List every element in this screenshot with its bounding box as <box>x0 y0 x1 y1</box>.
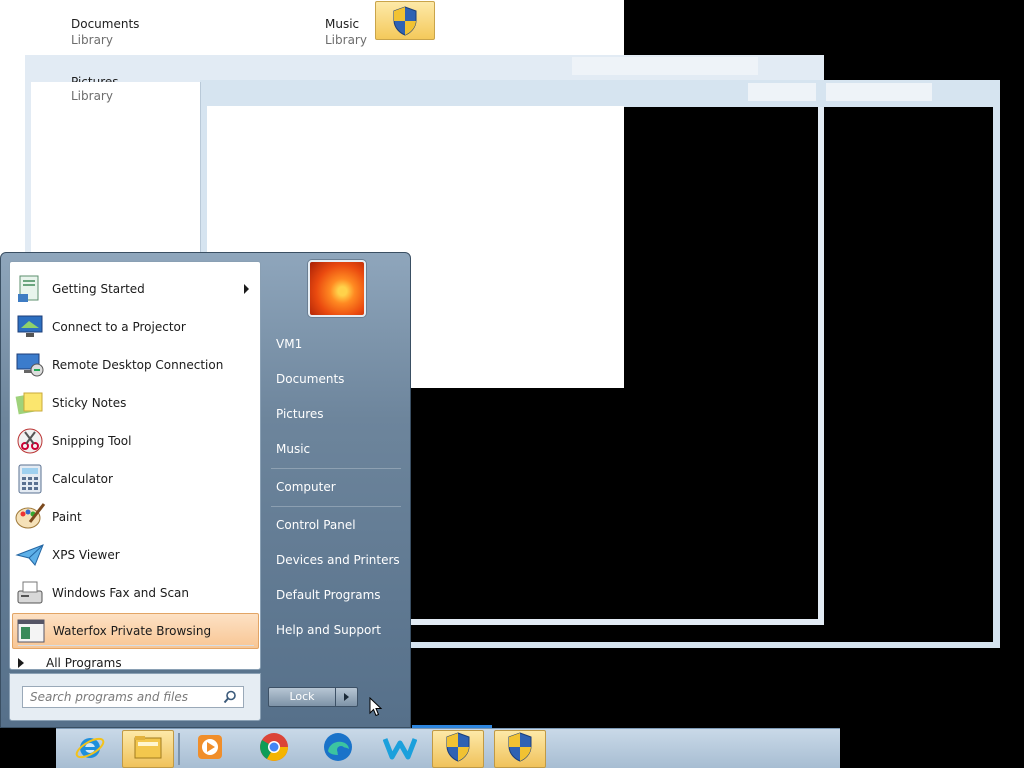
calculator-icon <box>13 462 47 496</box>
start-computer[interactable]: Computer <box>276 480 336 494</box>
taskbar-edge-button[interactable] <box>312 730 364 768</box>
library-music[interactable]: Music Library <box>325 16 367 48</box>
taskbar <box>56 728 840 768</box>
start-pictures[interactable]: Pictures <box>276 407 324 421</box>
media-player-icon <box>195 732 225 766</box>
uac-shield-button[interactable] <box>375 1 435 40</box>
program-label: XPS Viewer <box>52 548 120 562</box>
chrome-icon <box>258 731 290 767</box>
shutdown-options-button[interactable] <box>336 687 358 707</box>
program-remote-desktop[interactable]: Remote Desktop Connection <box>12 347 259 383</box>
all-programs-button[interactable]: All Programs <box>18 656 122 670</box>
title-strip-1 <box>572 57 758 75</box>
all-programs-label: All Programs <box>46 656 122 670</box>
start-menu-programs-pane: Getting Started Connect to a Projector Rem… <box>9 261 261 670</box>
program-snipping-tool[interactable]: Snipping Tool <box>12 423 259 459</box>
program-sticky-notes[interactable]: Sticky Notes <box>12 385 259 421</box>
sticky-notes-icon <box>13 386 47 420</box>
snipping-tool-icon <box>13 424 47 458</box>
start-help-support[interactable]: Help and Support <box>276 623 381 637</box>
program-label: Connect to a Projector <box>52 320 186 334</box>
start-music[interactable]: Music <box>276 442 310 456</box>
program-label: Calculator <box>52 472 113 486</box>
program-label: Windows Fax and Scan <box>52 586 190 600</box>
taskbar-media-player-button[interactable] <box>184 730 236 768</box>
chevron-right-icon <box>344 693 349 701</box>
internet-explorer-icon <box>74 731 106 767</box>
lock-button[interactable]: Lock <box>268 687 336 707</box>
search-icon <box>223 690 236 704</box>
search-placeholder: Search programs and files <box>30 690 188 704</box>
taskbar-waterfox-button[interactable] <box>374 730 426 768</box>
uac-shield-icon <box>507 732 533 766</box>
library-documents-sub: Library <box>71 33 113 47</box>
mouse-cursor-icon <box>369 697 383 717</box>
library-pictures-sub: Library <box>71 89 113 103</box>
start-user-name[interactable]: VM1 <box>276 337 302 351</box>
waterfox-icon <box>382 733 418 765</box>
file-explorer-icon <box>132 732 164 766</box>
program-label: Remote Desktop Connection <box>52 358 224 372</box>
program-label: Getting Started <box>52 282 145 296</box>
taskbar-file-explorer-button[interactable] <box>122 730 174 768</box>
program-xps-viewer[interactable]: XPS Viewer <box>12 537 259 573</box>
taskbar-internet-explorer-button[interactable] <box>64 730 116 768</box>
taskbar-chrome-button[interactable] <box>248 730 300 768</box>
search-area: Search programs and files <box>9 673 261 721</box>
search-input[interactable]: Search programs and files <box>22 686 244 708</box>
library-music-name: Music <box>325 17 360 31</box>
library-documents-name: Documents <box>71 17 140 31</box>
user-avatar[interactable] <box>308 260 366 317</box>
program-waterfox-private[interactable]: Waterfox Private Browsing <box>12 613 259 649</box>
program-paint[interactable]: Paint <box>12 499 259 535</box>
start-menu: Getting Started Connect to a Projector Rem… <box>0 252 411 728</box>
submenu-arrow-icon <box>244 284 249 294</box>
library-pictures[interactable]: Pictures Library <box>71 74 119 104</box>
start-devices-printers[interactable]: Devices and Printers <box>276 553 400 567</box>
start-documents[interactable]: Documents <box>276 372 344 386</box>
library-music-sub: Library <box>325 33 367 47</box>
program-fax-scan[interactable]: Windows Fax and Scan <box>12 575 259 611</box>
edge-icon <box>322 731 354 767</box>
taskbar-uac-shield-button[interactable] <box>432 730 484 768</box>
programs-separator <box>18 645 254 646</box>
uac-shield-icon <box>445 732 471 766</box>
library-documents[interactable]: Documents Library <box>71 16 139 48</box>
program-getting-started[interactable]: Getting Started <box>12 271 259 307</box>
remote-desktop-icon <box>13 348 47 382</box>
right-separator-2 <box>271 506 401 507</box>
waterfox-private-icon <box>14 614 48 648</box>
taskbar-divider <box>178 733 180 765</box>
right-separator-1 <box>271 468 401 469</box>
library-pictures-name: Pictures <box>71 75 119 82</box>
title-strip-2 <box>748 83 816 101</box>
program-label: Waterfox Private Browsing <box>53 624 212 638</box>
projector-icon <box>13 310 47 344</box>
fax-scan-icon <box>13 576 47 610</box>
taskbar-uac-shield-button[interactable] <box>494 730 546 768</box>
program-projector[interactable]: Connect to a Projector <box>12 309 259 345</box>
program-label: Snipping Tool <box>52 434 132 448</box>
program-label: Paint <box>52 510 82 524</box>
start-control-panel[interactable]: Control Panel <box>276 518 356 532</box>
start-default-programs[interactable]: Default Programs <box>276 588 381 602</box>
uac-shield-icon <box>393 5 417 36</box>
program-label: Sticky Notes <box>52 396 127 410</box>
getting-started-icon <box>13 272 47 306</box>
navigation-pane <box>31 82 201 252</box>
program-calculator[interactable]: Calculator <box>12 461 259 497</box>
paint-icon <box>13 500 47 534</box>
xps-viewer-icon <box>13 538 47 572</box>
all-programs-arrow-icon <box>18 658 24 668</box>
title-strip-3 <box>826 83 932 101</box>
